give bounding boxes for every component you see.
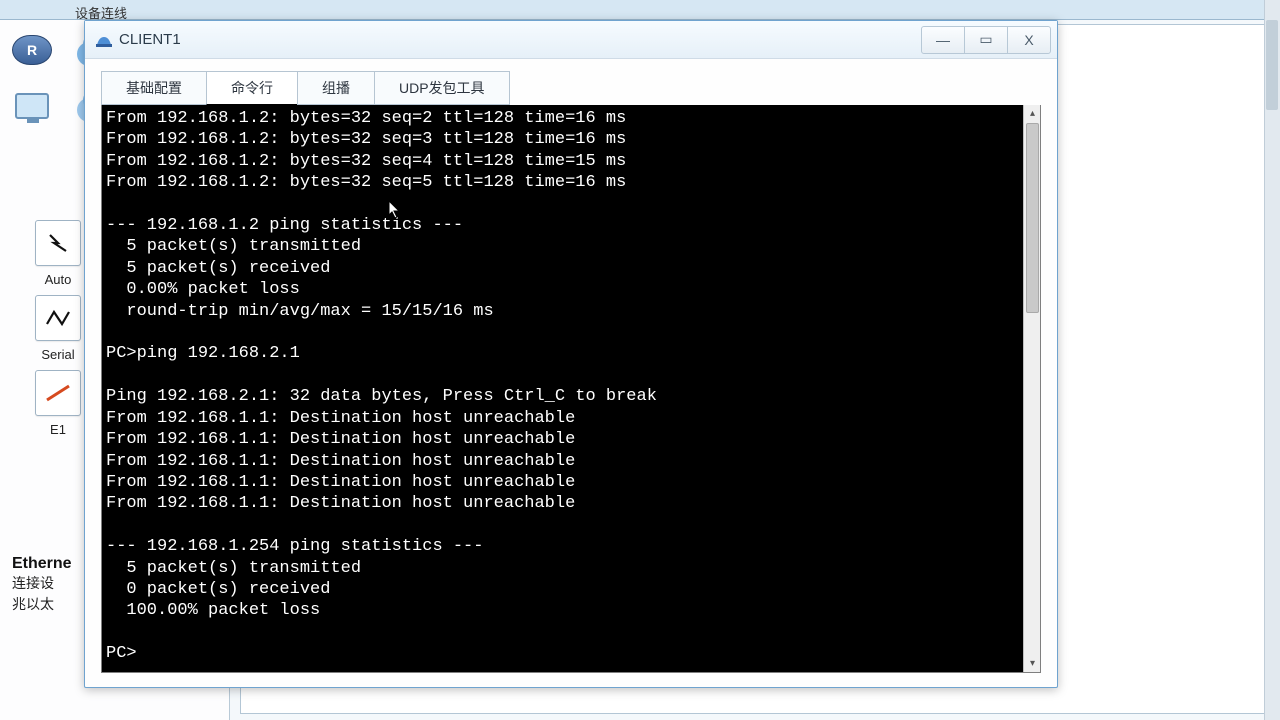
main-scrollbar[interactable]	[1264, 0, 1280, 720]
client1-window: CLIENT1 — ▭ X 基础配置 命令行 组播 UDP发包工具 From 1…	[84, 20, 1058, 688]
router-icon[interactable]	[10, 30, 54, 70]
app-icon	[95, 31, 113, 49]
terminal-output[interactable]: From 192.168.1.2: bytes=32 seq=2 ttl=128…	[102, 105, 1023, 672]
ethernet-title: Etherne	[12, 555, 72, 573]
window-title: CLIENT1	[119, 31, 181, 48]
tab-bar: 基础配置 命令行 组播 UDP发包工具	[101, 71, 1041, 105]
minimize-button[interactable]: —	[921, 26, 965, 54]
tab-udp-tool[interactable]: UDP发包工具	[374, 71, 510, 105]
lightning-icon	[44, 233, 72, 253]
top-toolbar: 设备连线	[0, 0, 1280, 20]
serial-line-icon	[44, 308, 72, 328]
pc-icon[interactable]	[10, 86, 54, 126]
ethernet-info: Etherne 连接设 兆以太	[12, 555, 72, 615]
tool-serial[interactable]: Serial	[28, 295, 88, 362]
terminal-scroll-thumb[interactable]	[1026, 123, 1039, 313]
tool-e1[interactable]: E1	[28, 370, 88, 437]
close-button[interactable]: X	[1007, 26, 1051, 54]
tool-auto[interactable]: Auto	[28, 220, 88, 287]
tab-command-line[interactable]: 命令行	[206, 71, 298, 105]
link-tool-column: Auto Serial E1	[28, 220, 88, 437]
main-scrollbar-thumb[interactable]	[1266, 20, 1278, 110]
scroll-up-icon[interactable]: ▴	[1026, 107, 1039, 120]
scroll-down-icon[interactable]: ▾	[1026, 657, 1039, 670]
maximize-button[interactable]: ▭	[964, 26, 1008, 54]
window-titlebar[interactable]: CLIENT1 — ▭ X	[85, 21, 1057, 59]
terminal-scrollbar[interactable]: ▴ ▾	[1023, 105, 1040, 672]
e1-line-icon	[44, 383, 72, 403]
tab-multicast[interactable]: 组播	[297, 71, 375, 105]
tab-basic-config[interactable]: 基础配置	[101, 71, 207, 105]
